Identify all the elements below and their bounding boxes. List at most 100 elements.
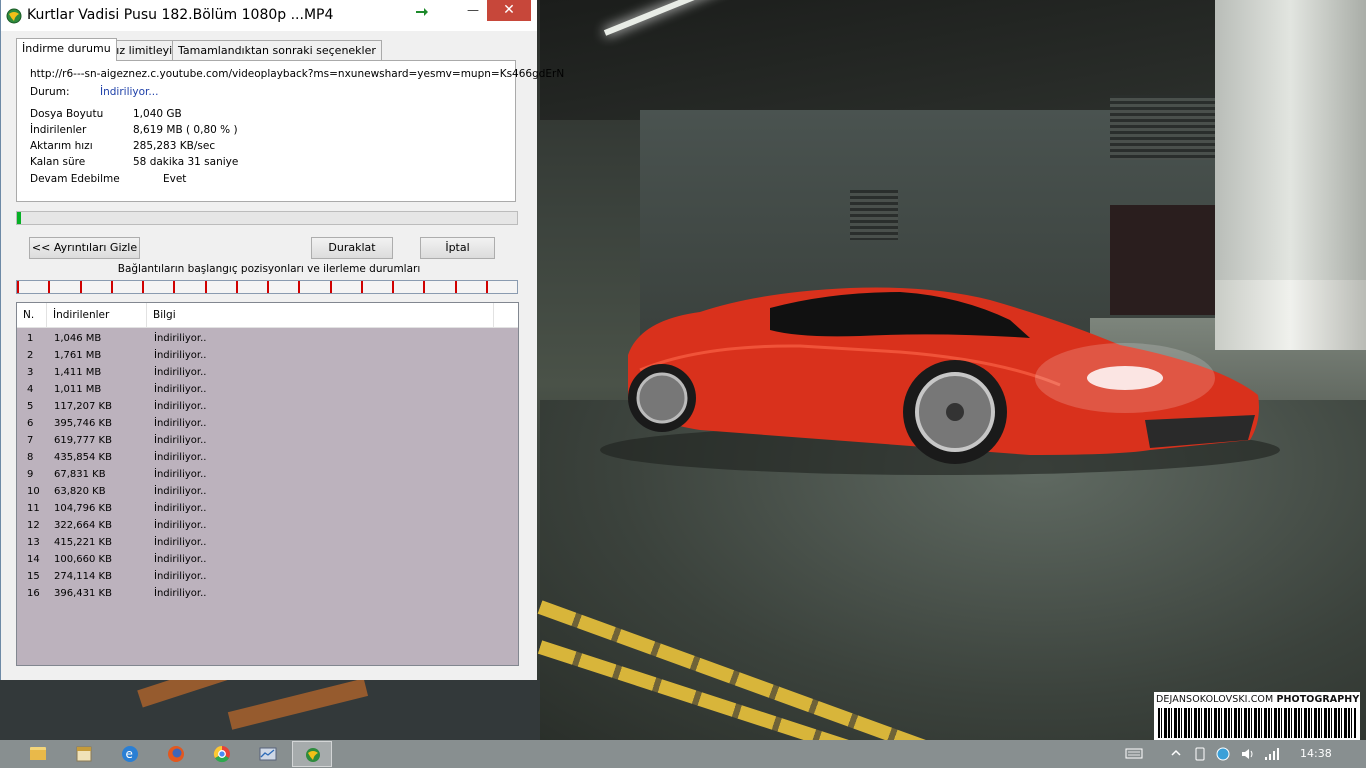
keyboard-icon[interactable] xyxy=(1125,746,1143,762)
cancel-button[interactable]: İptal xyxy=(420,237,495,259)
tab-download-status[interactable]: İndirme durumu xyxy=(16,38,117,61)
photographer-watermark: DEJANSOKOLOVSKI.COM PHOTOGRAPHY xyxy=(1154,692,1360,740)
device-icon[interactable] xyxy=(1193,746,1207,762)
connection-marker xyxy=(455,281,457,293)
connection-downloaded: 67,831 KB xyxy=(54,469,106,480)
file-size-label: Dosya Boyutu xyxy=(30,108,104,120)
table-row[interactable]: 12 322,664 KB İndiriliyor.. xyxy=(17,518,518,535)
connection-downloaded: 274,114 KB xyxy=(54,571,112,582)
internet-explorer-icon[interactable]: e xyxy=(110,741,150,767)
connection-marker xyxy=(236,281,238,293)
idm-arrow-icon[interactable] xyxy=(409,0,435,21)
connection-marker xyxy=(142,281,144,293)
connection-number: 11 xyxy=(27,503,40,514)
connection-downloaded: 1,411 MB xyxy=(54,367,102,378)
column-header-number[interactable]: N. xyxy=(17,303,47,328)
connection-marker xyxy=(111,281,113,293)
status-label: Durum: xyxy=(30,86,70,98)
connection-info: İndiriliyor.. xyxy=(154,588,207,599)
connection-info: İndiriliyor.. xyxy=(154,537,207,548)
connection-info: İndiriliyor.. xyxy=(154,367,207,378)
connection-downloaded: 117,207 KB xyxy=(54,401,112,412)
table-row[interactable]: 2 1,761 MB İndiriliyor.. xyxy=(17,348,518,365)
network-status-icon[interactable] xyxy=(1215,746,1231,762)
connection-downloaded: 63,820 KB xyxy=(54,486,106,497)
show-hidden-icons[interactable] xyxy=(1170,746,1182,762)
window-client-area: İndirme durumu Hız limitleyici Tamamland… xyxy=(1,31,564,680)
file-explorer-icon[interactable] xyxy=(18,741,58,767)
connection-marker xyxy=(298,281,300,293)
connections-progress-bar xyxy=(16,280,518,294)
connection-downloaded: 100,660 KB xyxy=(54,554,112,565)
file-size-value: 1,040 GB xyxy=(133,108,182,120)
hide-details-button[interactable]: << Ayrıntıları Gizle xyxy=(29,237,140,259)
table-row[interactable]: 11 104,796 KB İndiriliyor.. xyxy=(17,501,518,518)
table-row[interactable]: 1 1,046 MB İndiriliyor.. xyxy=(17,331,518,348)
connection-number: 2 xyxy=(27,350,34,361)
connection-info: İndiriliyor.. xyxy=(154,384,207,395)
downloaded-value: 8,619 MB ( 0,80 % ) xyxy=(133,124,238,136)
table-row[interactable]: 16 396,431 KB İndiriliyor.. xyxy=(17,586,518,603)
signal-strength-icon[interactable] xyxy=(1264,746,1280,762)
download-url: http://r6---sn-aigeznez.c.youtube.com/vi… xyxy=(30,68,565,80)
table-row[interactable]: 13 415,221 KB İndiriliyor.. xyxy=(17,535,518,552)
status-panel: http://r6---sn-aigeznez.c.youtube.com/vi… xyxy=(16,60,564,202)
transfer-rate-label: Aktarım hızı xyxy=(30,140,93,152)
connection-info: İndiriliyor.. xyxy=(154,520,207,531)
connection-marker xyxy=(423,281,425,293)
connection-number: 16 xyxy=(27,588,40,599)
resume-capability-label: Devam Edebilme xyxy=(30,173,120,185)
file-manager-icon[interactable] xyxy=(64,741,104,767)
connection-marker xyxy=(80,281,82,293)
minimize-button[interactable]: — xyxy=(459,0,487,21)
table-row[interactable]: 10 63,820 KB İndiriliyor.. xyxy=(17,484,518,501)
tab-after-complete-options[interactable]: Tamamlandıktan sonraki seçenekler xyxy=(172,40,382,60)
connection-number: 1 xyxy=(27,333,34,344)
download-progress-window: Kurtlar Vadisi Pusu 182.Bölüm 1080p ...M… xyxy=(0,0,564,680)
column-header-downloaded[interactable]: İndirilenler xyxy=(47,303,147,328)
taskbar-clock[interactable]: 14:38 xyxy=(1300,747,1332,760)
table-row[interactable]: 5 117,207 KB İndiriliyor.. xyxy=(17,399,518,416)
connections-table[interactable]: N. İndirilenler Bilgi 1 1,046 MB İndiriliy… xyxy=(16,302,519,666)
connection-number: 8 xyxy=(27,452,34,463)
connection-marker xyxy=(205,281,207,293)
title-bar[interactable]: Kurtlar Vadisi Pusu 182.Bölüm 1080p ...M… xyxy=(1,0,537,31)
volume-icon[interactable] xyxy=(1240,746,1256,762)
connection-marker xyxy=(267,281,269,293)
table-row[interactable]: 6 395,746 KB İndiriliyor.. xyxy=(17,416,518,433)
table-row[interactable]: 9 67,831 KB İndiriliyor.. xyxy=(17,467,518,484)
pause-button[interactable]: Duraklat xyxy=(311,237,393,259)
table-row[interactable]: 8 435,854 KB İndiriliyor.. xyxy=(17,450,518,467)
table-row[interactable]: 14 100,660 KB İndiriliyor.. xyxy=(17,552,518,569)
idm-icon[interactable] xyxy=(292,741,332,767)
column-header-info[interactable]: Bilgi xyxy=(147,303,494,328)
close-button[interactable]: ✕ xyxy=(487,0,531,21)
connection-number: 6 xyxy=(27,418,34,429)
connection-downloaded: 396,431 KB xyxy=(54,588,112,599)
connection-info: İndiriliyor.. xyxy=(154,571,207,582)
table-row[interactable]: 4 1,011 MB İndiriliyor.. xyxy=(17,382,518,399)
connection-info: İndiriliyor.. xyxy=(154,452,207,463)
connection-number: 5 xyxy=(27,401,34,412)
window-title: Kurtlar Vadisi Pusu 182.Bölüm 1080p ...M… xyxy=(27,7,334,23)
system-monitor-icon[interactable] xyxy=(248,741,288,767)
connection-info: İndiriliyor.. xyxy=(154,418,207,429)
table-row[interactable]: 15 274,114 KB İndiriliyor.. xyxy=(17,569,518,586)
table-row[interactable]: 7 619,777 KB İndiriliyor.. xyxy=(17,433,518,450)
connection-number: 3 xyxy=(27,367,34,378)
chrome-icon[interactable] xyxy=(202,741,242,767)
connection-info: İndiriliyor.. xyxy=(154,486,207,497)
connection-downloaded: 1,011 MB xyxy=(54,384,102,395)
connection-downloaded: 395,746 KB xyxy=(54,418,112,429)
connection-marker xyxy=(330,281,332,293)
time-left-value: 58 dakika 31 saniye xyxy=(133,156,239,168)
connection-downloaded: 1,046 MB xyxy=(54,333,102,344)
table-row[interactable]: 3 1,411 MB İndiriliyor.. xyxy=(17,365,518,382)
connection-number: 9 xyxy=(27,469,34,480)
connection-downloaded: 435,854 KB xyxy=(54,452,112,463)
connection-marker xyxy=(173,281,175,293)
download-progress-bar xyxy=(16,211,518,225)
firefox-icon[interactable] xyxy=(156,741,196,767)
connection-downloaded: 619,777 KB xyxy=(54,435,112,446)
connection-marker xyxy=(48,281,50,293)
